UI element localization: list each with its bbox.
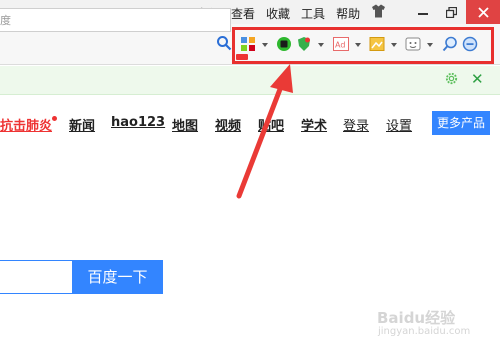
watermark-logo: Baidu经验 [377,309,456,327]
annotation-arrow [236,64,293,199]
watermark-url: jingyan.baidu.com [378,326,471,337]
